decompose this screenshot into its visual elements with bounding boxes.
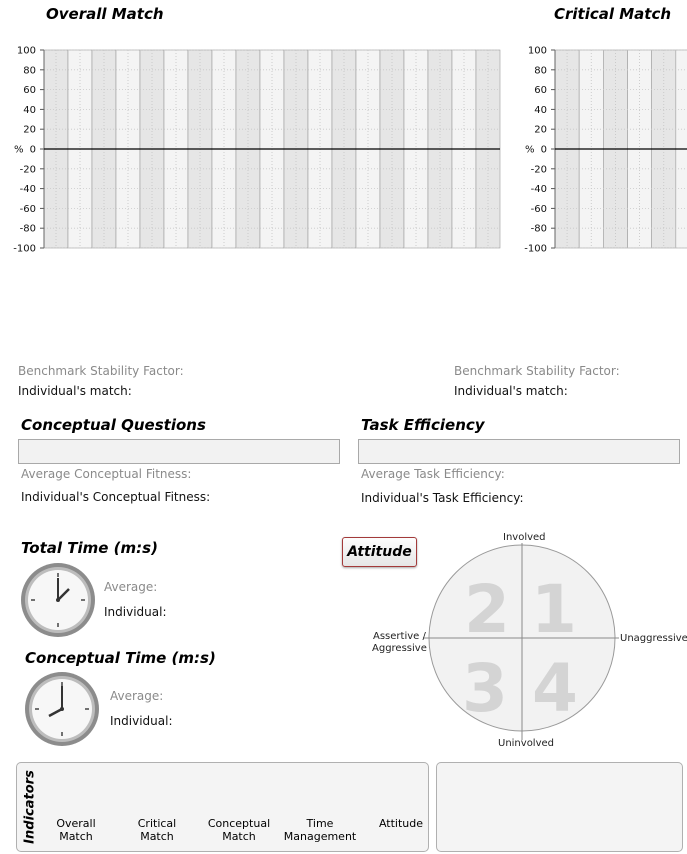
indicator-label: Time Management [280,817,360,843]
quadrant-1: 1 [531,571,577,648]
indicator-label: Attitude [361,817,441,830]
task-efficiency-bar [358,439,680,464]
attitude-uninvolved-label: Uninvolved [498,738,555,749]
individual-task-efficiency: Individual's Task Efficiency: [361,491,524,505]
y-tick-label: -80 [20,224,36,235]
individual-match-left: Individual's match: [18,384,132,398]
quadrant-4: 4 [532,650,578,727]
y-tick-label: 20 [534,125,547,136]
attitude-button[interactable]: Attitude [342,537,417,567]
y-tick-label: 80 [23,65,36,76]
conceptual-time-average: Average: [110,689,164,703]
indicator-label-line1: Overall [56,817,96,830]
attitude-assertive-label: Assertive / [373,631,426,642]
indicator-label-line2: Match [59,830,93,843]
indicator-label-line2: Match [140,830,174,843]
attitude-aggressive-label: Aggressive [372,643,427,654]
total-time-title: Total Time (m:s) [21,539,158,557]
total-time-average: Average: [104,580,158,594]
critical-match-title: Critical Match [554,5,672,23]
task-efficiency-title: Task Efficiency [361,416,485,434]
critical-match-chart: 100 80 60 40 20 0 -20 -40 -60 -80 -100% [524,46,687,255]
indicator-label-line1: Attitude [378,817,424,830]
conceptual-time-individual: Individual: [110,714,173,728]
average-task-efficiency: Average Task Efficiency: [361,467,505,481]
y-tick-label: -60 [20,204,36,215]
y-tick-label: -100 [524,244,547,255]
y-tick-label: 0 [30,145,36,156]
y-axis-label: % [525,145,535,156]
indicator-label: Overall Match [36,817,116,843]
y-axis-label: % [14,145,24,156]
indicator-label-line2: Match [222,830,256,843]
attitude-quadrant-chart: 2 1 3 4 [423,543,619,740]
benchmark-stability-right: Benchmark Stability Factor: [454,364,620,378]
indicator-label: Critical Match [117,817,197,843]
y-tick-label: -20 [531,164,547,175]
conceptual-time-title: Conceptual Time (m:s) [25,649,216,667]
individual-conceptual-fitness: Individual's Conceptual Fitness: [21,490,211,504]
conceptual-questions-title: Conceptual Questions [21,416,206,434]
y-tick-label: 100 [17,46,36,57]
indicator-label-line1: Time [306,817,334,830]
y-tick-label: 60 [23,85,36,96]
y-tick-label: -20 [20,164,36,175]
total-time-clock-icon [19,561,97,639]
right-indicator-panel [436,762,683,852]
y-tick-label: 60 [534,85,547,96]
overall-match-title: Overall Match [46,5,164,23]
indicator-label-line2: Management [283,830,357,843]
individual-match-right: Individual's match: [454,384,568,398]
y-tick-label: 80 [534,65,547,76]
y-tick-label: 20 [23,125,36,136]
y-tick-label: -60 [531,204,547,215]
indicator-label-line1: Critical [137,817,177,830]
total-time-individual: Individual: [104,605,167,619]
attitude-involved-label: Involved [503,532,546,543]
y-tick-label: -40 [20,184,36,195]
y-tick-label: 0 [541,145,547,156]
y-tick-label: -40 [531,184,547,195]
y-tick-label: 40 [23,105,36,116]
y-tick-label: 40 [534,105,547,116]
quadrant-3: 3 [462,650,508,727]
y-tick-label: -100 [13,244,36,255]
benchmark-stability-left: Benchmark Stability Factor: [18,364,184,378]
conceptual-time-clock-icon [23,670,101,748]
overall-match-chart: 100 80 60 40 20 0 -20 -40 -60 -80 -100% [13,46,501,255]
conceptual-fitness-bar [18,439,340,464]
y-tick-label: 100 [528,46,547,57]
attitude-unaggressive-label: Unaggressive [620,633,687,644]
indicator-label-line1: Conceptual [207,817,271,830]
y-tick-label: -80 [531,224,547,235]
indicator-label: Conceptual Match [199,817,279,843]
average-conceptual-fitness: Average Conceptual Fitness: [21,467,192,481]
quadrant-2: 2 [464,571,510,648]
